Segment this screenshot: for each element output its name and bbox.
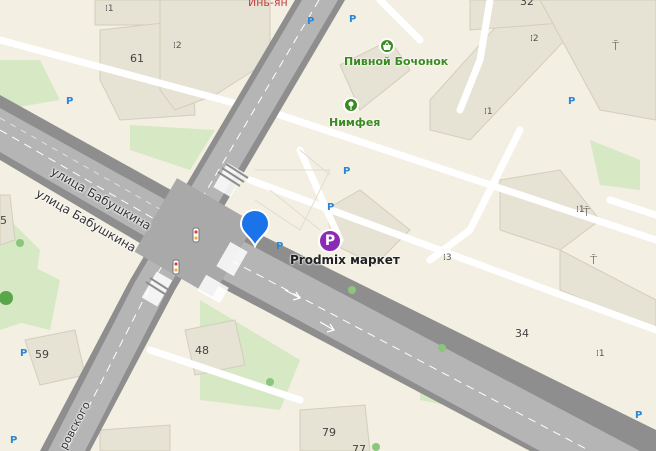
house-marker-1-mid: ⁞1 [484, 107, 493, 117]
parking-icon[interactable]: P [307, 16, 314, 27]
house-marker-3: ⁞3 [443, 253, 452, 263]
entrance-icon: ⍑ [612, 39, 620, 53]
building-number-32: 32 [520, 0, 534, 8]
parking-icon[interactable]: P [327, 202, 334, 213]
parking-icon[interactable]: P [66, 96, 73, 107]
parking-icon[interactable]: P [568, 96, 575, 107]
parking-icon[interactable]: P [276, 241, 283, 252]
house-marker-2: ⁞2 [530, 34, 539, 44]
parking-icon[interactable]: P [635, 410, 642, 421]
map-canvas[interactable]: P Пивной Бочонок Нимфея Prodmix маркет И… [0, 0, 656, 451]
entrance-icon: ⍑ [583, 205, 591, 219]
shopping-basket-icon[interactable] [379, 38, 395, 54]
house-marker-top: ⁞1 [105, 4, 114, 14]
parking-icon[interactable]: P [10, 435, 17, 446]
building-number-79: 79 [322, 426, 336, 439]
house-marker-61: ⁞2 [173, 41, 182, 51]
parking-icon[interactable]: P [343, 166, 350, 177]
location-pin-icon[interactable] [238, 208, 272, 248]
flower-shop-icon[interactable] [343, 97, 359, 113]
building-number-61: 61 [130, 52, 144, 65]
building-number-48: 48 [195, 344, 209, 357]
poi-label-top-cut[interactable]: Инь-ян [248, 0, 288, 8]
poi-label-nimfeya[interactable]: Нимфея [329, 117, 380, 128]
poi-label-pivnoy[interactable]: Пивной Бочонок [344, 56, 448, 67]
house-marker-1-right: ⁞1 [596, 349, 605, 359]
prodmix-icon[interactable]: P [318, 229, 342, 253]
building-number-34: 34 [515, 327, 529, 340]
building-number-59: 59 [35, 348, 49, 361]
building-number-77: 77 [352, 443, 366, 451]
poi-label-prodmix[interactable]: Prodmix маркет [290, 254, 400, 266]
prodmix-glyph: P [324, 233, 336, 249]
building-number-5: 5 [0, 214, 7, 227]
parking-icon[interactable]: P [349, 14, 356, 25]
parking-icon[interactable]: P [20, 348, 27, 359]
entrance-icon: ⍑ [590, 253, 598, 267]
